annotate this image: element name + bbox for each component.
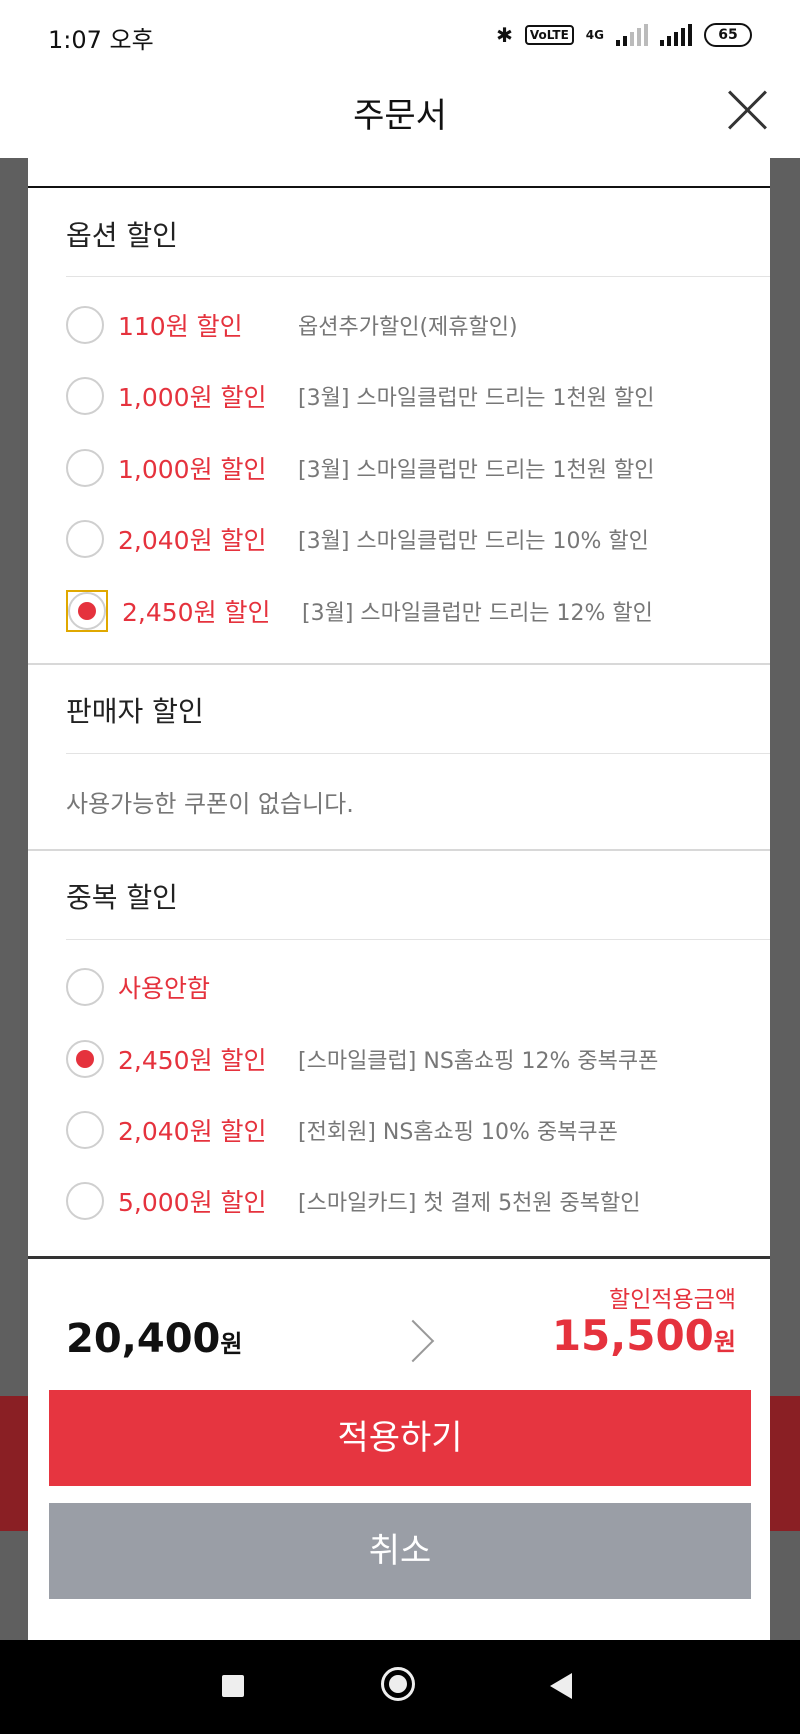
discount-amount: 2,040원 할인 xyxy=(118,526,267,555)
discount-description: [3월] 스마일클럽만 드리는 1천원 할인 xyxy=(298,386,655,411)
page-header: 주문서 xyxy=(0,70,800,159)
option-discount-row[interactable]: 1,000원 할인 [3월] 스마일클럽만 드리는 1천원 할인 xyxy=(66,443,766,493)
discount-description: [스마일클럽] NS홈쇼핑 12% 중복쿠폰 xyxy=(298,1049,659,1074)
option-discount-title: 옵션 할인 xyxy=(66,219,178,252)
close-icon[interactable] xyxy=(726,88,770,132)
original-price: 20,400원 xyxy=(66,1316,242,1362)
discounted-price-value: 15,500 xyxy=(551,1311,714,1360)
seller-discount-title: 판매자 할인 xyxy=(66,695,204,728)
discount-description: 옵션추가할인(제휴할인) xyxy=(298,315,518,340)
discount-amount: 110원 할인 xyxy=(118,312,243,341)
radio-button[interactable] xyxy=(66,377,104,415)
currency-unit: 원 xyxy=(220,1330,243,1358)
option-discount-row[interactable]: 1,000원 할인 [3월] 스마일클럽만 드리는 1천원 할인 xyxy=(66,371,766,421)
apply-button[interactable]: 적용하기 xyxy=(49,1390,751,1486)
discount-description: [전회원] NS홈쇼핑 10% 중복쿠폰 xyxy=(298,1120,618,1145)
status-bar: 1:07 오후 ✱ VoLTE 4G 65 xyxy=(0,0,800,70)
discounted-price-label: 할인적용금액 xyxy=(609,1287,736,1313)
discount-description: [스마일카드] 첫 결제 5천원 중복할인 xyxy=(298,1191,641,1216)
discount-amount: 5,000원 할인 xyxy=(118,1188,267,1217)
option-discount-row[interactable]: 2,040원 할인 [3월] 스마일클럽만 드리는 10% 할인 xyxy=(66,514,766,564)
radio-button-selected[interactable] xyxy=(66,1040,104,1078)
discount-amount: 1,000원 할인 xyxy=(118,455,267,484)
option-discount-row-selected[interactable]: 2,450원 할인 [3월] 스마일클럽만 드리는 12% 할인 xyxy=(66,586,766,636)
dim-overlay-left xyxy=(0,158,28,1640)
summary-divider xyxy=(28,1256,770,1259)
status-icons: ✱ VoLTE 4G 65 xyxy=(496,20,752,50)
no-coupon-message: 사용가능한 쿠폰이 없습니다. xyxy=(66,790,354,818)
original-price-value: 20,400 xyxy=(66,1316,221,1362)
discount-description: [3월] 스마일클럽만 드리는 1천원 할인 xyxy=(298,458,655,483)
section-separator xyxy=(28,663,770,665)
radio-button[interactable] xyxy=(66,1182,104,1220)
radio-button[interactable] xyxy=(66,1111,104,1149)
bluetooth-icon: ✱ xyxy=(496,23,513,47)
signal-icon-2 xyxy=(660,24,692,46)
page-title: 주문서 xyxy=(353,96,447,136)
radio-button[interactable] xyxy=(66,306,104,344)
sheet-top-divider xyxy=(28,186,770,188)
network-type-label: 4G xyxy=(585,28,604,42)
section-divider xyxy=(66,753,770,754)
radio-button[interactable] xyxy=(66,449,104,487)
duplicate-discount-row[interactable]: 사용안함 xyxy=(66,962,766,1012)
discount-amount: 2,040원 할인 xyxy=(118,1117,267,1146)
discount-amount: 사용안함 xyxy=(118,974,211,1003)
status-time: 1:07 오후 xyxy=(48,26,154,54)
chevron-right-icon xyxy=(391,1319,435,1363)
volte-icon: VoLTE xyxy=(524,25,574,45)
radio-button-selected[interactable] xyxy=(68,592,106,630)
discount-amount: 2,450원 할인 xyxy=(118,1046,267,1075)
signal-icon-1 xyxy=(616,24,648,46)
radio-button[interactable] xyxy=(66,968,104,1006)
dim-overlay-right xyxy=(770,158,800,1640)
cancel-button[interactable]: 취소 xyxy=(49,1503,751,1599)
recent-apps-icon[interactable] xyxy=(222,1675,244,1697)
discount-sheet: 옵션 할인 110원 할인 옵션추가할인(제휴할인) 1,000원 할인 [3월… xyxy=(28,158,770,1640)
section-divider xyxy=(66,939,770,940)
discount-description: [3월] 스마일클럽만 드리는 10% 할인 xyxy=(298,529,649,554)
radio-focus-ring xyxy=(66,590,108,632)
system-nav-bar xyxy=(0,1640,800,1734)
discount-amount: 2,450원 할인 xyxy=(122,598,271,627)
duplicate-discount-title: 중복 할인 xyxy=(66,881,178,914)
home-icon[interactable] xyxy=(381,1667,415,1701)
option-discount-row[interactable]: 110원 할인 옵션추가할인(제휴할인) xyxy=(66,300,766,350)
discount-amount: 1,000원 할인 xyxy=(118,383,267,412)
radio-button[interactable] xyxy=(66,520,104,558)
back-icon[interactable] xyxy=(550,1673,572,1699)
discount-description: [3월] 스마일클럽만 드리는 12% 할인 xyxy=(302,601,653,626)
section-divider xyxy=(66,276,770,277)
section-separator xyxy=(28,849,770,851)
duplicate-discount-row[interactable]: 5,000원 할인 [스마일카드] 첫 결제 5천원 중복할인 xyxy=(66,1176,766,1226)
duplicate-discount-row-selected[interactable]: 2,450원 할인 [스마일클럽] NS홈쇼핑 12% 중복쿠폰 xyxy=(66,1034,766,1084)
discounted-price: 15,500원 xyxy=(552,1311,736,1360)
battery-icon: 65 xyxy=(704,23,752,47)
duplicate-discount-row[interactable]: 2,040원 할인 [전회원] NS홈쇼핑 10% 중복쿠폰 xyxy=(66,1105,766,1155)
currency-unit: 원 xyxy=(713,1328,736,1356)
